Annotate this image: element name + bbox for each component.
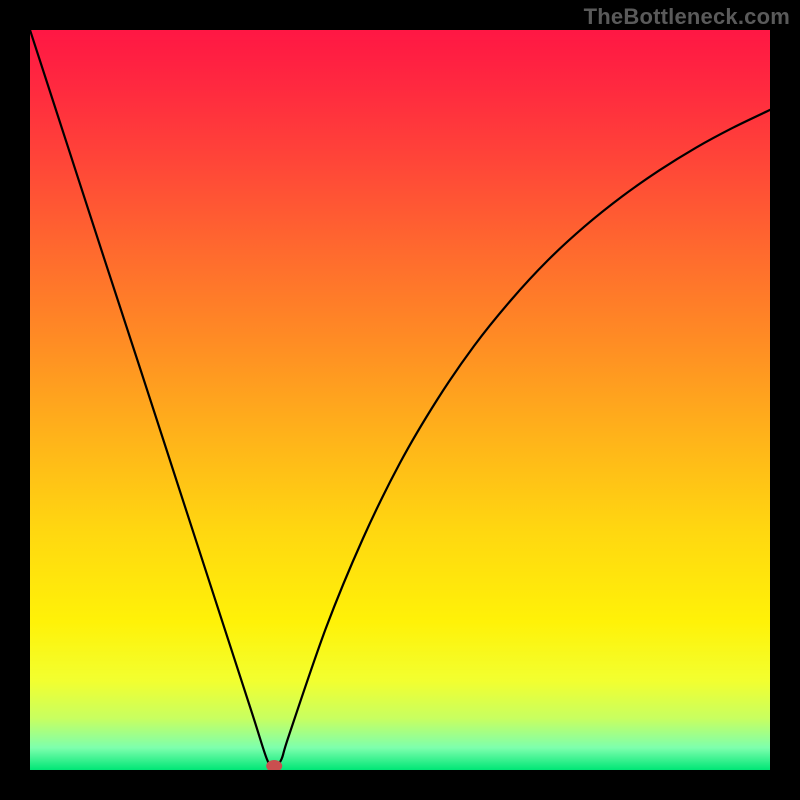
- gradient-background: [30, 30, 770, 770]
- watermark-text: TheBottleneck.com: [584, 4, 790, 30]
- chart-svg: [30, 30, 770, 770]
- chart-frame: TheBottleneck.com: [0, 0, 800, 800]
- plot-area: [30, 30, 770, 770]
